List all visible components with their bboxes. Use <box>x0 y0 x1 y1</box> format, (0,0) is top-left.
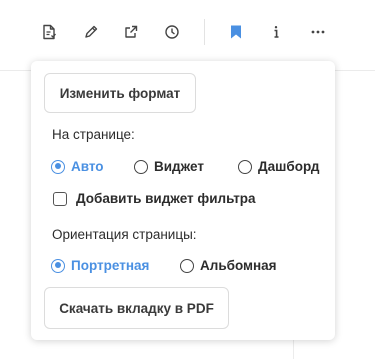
bookmark-icon[interactable] <box>223 19 249 45</box>
radio-circle-selected <box>51 258 65 273</box>
radio-portrait[interactable]: Портретная <box>51 258 149 273</box>
radio-auto[interactable]: Авто <box>51 159 104 174</box>
orientation-label: Ориентация страницы: <box>52 227 197 242</box>
pencil-icon[interactable] <box>78 19 104 45</box>
radio-dashboard-label: Дашборд <box>258 159 320 174</box>
radio-circle-selected <box>51 159 65 174</box>
clock-icon[interactable] <box>159 19 185 45</box>
change-format-button[interactable]: Изменить формат <box>44 73 196 113</box>
radio-circle <box>134 159 148 174</box>
more-icon[interactable] <box>305 19 331 45</box>
add-filter-widget-checkbox[interactable]: Добавить виджет фильтра <box>53 191 256 206</box>
radio-circle <box>180 258 194 273</box>
radio-dashboard[interactable]: Дашборд <box>238 159 319 174</box>
radio-landscape-label: Альбомная <box>200 258 277 273</box>
external-link-icon[interactable] <box>118 19 144 45</box>
on-page-label: На странице: <box>52 127 135 142</box>
checkbox-box <box>53 191 67 206</box>
document-icon[interactable] <box>36 19 62 45</box>
export-popover: Изменить формат На странице: Авто Виджет… <box>31 61 335 340</box>
info-icon[interactable] <box>263 19 289 45</box>
radio-auto-label: Авто <box>71 159 104 174</box>
download-pdf-button[interactable]: Скачать вкладку в PDF <box>44 287 229 329</box>
toolbar-divider <box>204 19 205 45</box>
add-filter-widget-label: Добавить виджет фильтра <box>76 191 256 206</box>
radio-widget[interactable]: Виджет <box>134 159 204 174</box>
radio-portrait-label: Портретная <box>71 258 150 273</box>
radio-landscape[interactable]: Альбомная <box>180 258 277 273</box>
radio-circle <box>238 159 252 174</box>
radio-widget-label: Виджет <box>154 159 204 174</box>
